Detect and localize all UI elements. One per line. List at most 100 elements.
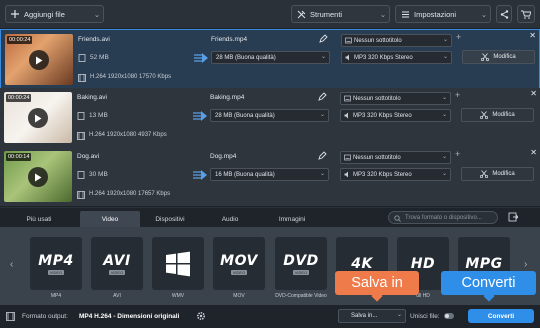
tools-icon [292,10,310,19]
file-size-icon [77,112,85,120]
add-track-icon[interactable]: + [455,90,460,100]
chevron-down-icon: ⌄ [442,37,448,43]
video-thumbnail[interactable]: 00:00:24 [4,92,72,143]
convert-button[interactable]: Converti [468,309,534,323]
tab-images[interactable]: Immagini [262,211,322,227]
audio-track-label: MP3 320 Kbps Stereo [353,171,412,178]
video-codec-icon [78,74,86,82]
format-tile[interactable] [152,237,204,290]
convert-arrow-icon [194,53,208,63]
subtitle-dropdown[interactable]: Nessun sottotitolo ⌄ [340,92,451,105]
tab-audio[interactable]: Audio [200,211,260,227]
audio-track-dropdown[interactable]: MP3 320 Kbps Stereo ⌄ [341,51,452,64]
output-file-name: Dog.mp4 [210,153,237,160]
source-file-size: 52 MB [90,54,109,61]
format-tile[interactable]: AVI VIDEO [91,237,143,290]
save-in-dropdown[interactable]: Salva in... ⌄ [338,309,406,323]
pencil-icon[interactable] [318,151,327,160]
chevron-down-icon: ⌄ [396,312,402,318]
chevron-down-icon: ⌄ [320,54,326,60]
output-size-dropdown[interactable]: 16 MB (Buona qualità) ⌄ [210,168,329,181]
play-icon[interactable] [28,108,48,128]
video-thumbnail[interactable]: 00:00:14 [4,151,72,202]
source-file-size: 13 MB [89,112,108,119]
convert-arrow-icon [193,170,207,180]
output-format-label: Formato output: [22,313,68,320]
subtitle-dropdown[interactable]: Nessun sottotitolo ⌄ [341,34,452,47]
output-size-dropdown[interactable]: 28 MB (Buona qualità) ⌄ [211,51,330,64]
format-tile[interactable]: MOV VIDEO [213,237,265,290]
windows-logo-icon [165,251,191,277]
close-icon[interactable]: ✕ [530,89,537,98]
video-thumbnail[interactable]: 00:00:24 [5,34,73,85]
close-icon[interactable]: ✕ [530,148,537,157]
add-track-icon[interactable]: + [455,149,460,159]
pencil-icon[interactable] [318,92,327,101]
format-tile[interactable]: MP4 VIDEO [30,237,82,290]
file-row[interactable]: 00:00:24 Friends.avi 52 MB H.264 1920x10… [0,29,540,89]
chevron-down-icon: ⌄ [441,171,447,177]
chevron-down-icon: ⌄ [319,112,325,118]
edit-button[interactable]: Modifica [462,50,535,64]
settings-button[interactable]: Impostazioni ⌄ [395,5,491,23]
audio-track-dropdown[interactable]: MP3 320 Kbps Stereo ⌄ [340,109,451,122]
timecode: 00:00:24 [6,94,32,102]
export-icon[interactable] [508,212,518,222]
tools-button[interactable]: Strumenti ⌄ [291,5,390,23]
convert-callout-label: Converti [461,275,516,291]
video-codec-icon [77,132,85,140]
play-icon[interactable] [29,50,49,70]
format-tile[interactable]: DVD VIDEO [275,237,327,290]
plus-icon [6,10,24,18]
speaker-icon [344,112,351,119]
search-icon [394,215,401,222]
tab-devices[interactable]: Dispositivi [140,211,200,227]
format-badge: AVI [103,252,131,269]
file-row[interactable]: 00:00:14 Dog.avi 30 MB H.264 1920x1080 1… [0,147,540,207]
close-icon[interactable]: ✕ [529,31,536,40]
subtitle-icon [344,95,351,102]
edit-button[interactable]: Modifica [461,108,534,122]
format-tabbar: Più usati Video Dispositivi Audio Immagi… [0,208,540,227]
format-label: DVD-Compatible Video [275,293,327,299]
chevron-right-icon[interactable]: › [524,259,527,270]
format-label: AVI [113,293,121,299]
add-track-icon[interactable]: + [456,32,461,42]
cart-button[interactable] [517,5,535,23]
chevron-left-icon[interactable]: ‹ [10,259,13,270]
subtitle-dropdown[interactable]: Nessun sottotitolo ⌄ [340,151,451,164]
format-badge-sub: VIDEO [230,269,248,275]
output-file-name: Baking.mp4 [210,94,245,101]
gear-icon[interactable] [196,311,206,321]
output-size-label: 28 MB (Buona qualità) [216,54,276,61]
cart-icon [521,10,531,19]
source-file-meta: H.264 1920x1080 4937 Kbps [89,132,167,138]
edit-button[interactable]: Modifica [461,167,534,181]
speaker-icon [344,171,351,178]
output-size-label: 28 MB (Buona qualità) [215,112,275,119]
settings-icon [396,10,414,19]
pencil-icon[interactable] [319,34,328,43]
format-badge: MOV [220,252,258,269]
output-size-dropdown[interactable]: 28 MB (Buona qualità) ⌄ [210,109,329,122]
format-badge: MPG [465,255,503,272]
play-icon[interactable] [28,167,48,187]
format-badge-sub: VIDEO [108,269,126,275]
audio-track-dropdown[interactable]: MP3 320 Kbps Stereo ⌄ [340,168,451,181]
chevron-down-icon: ⌄ [319,171,325,177]
format-label: WMV [171,293,185,299]
add-files-label: Aggiungi file [24,9,65,19]
chevron-down-icon: ⌄ [441,95,447,101]
format-search-input[interactable]: Trova formato o dispositivo... [388,211,498,224]
tab-video[interactable]: Video [80,211,140,227]
edit-button-label: Modifica [493,54,516,60]
tab-most-used[interactable]: Più usati [4,211,74,227]
add-files-button[interactable]: Aggiungi file ⌄ [5,5,104,23]
output-size-label: 16 MB (Buona qualità) [215,171,275,178]
file-row[interactable]: 00:00:24 Baking.avi 13 MB H.264 1920x108… [0,88,540,148]
share-button[interactable] [496,5,512,23]
format-badge-sub: VIDEO [47,269,65,275]
save-in-label: Salva in... [351,313,378,319]
merge-files-toggle[interactable] [444,313,454,319]
timecode: 00:00:24 [7,36,33,44]
